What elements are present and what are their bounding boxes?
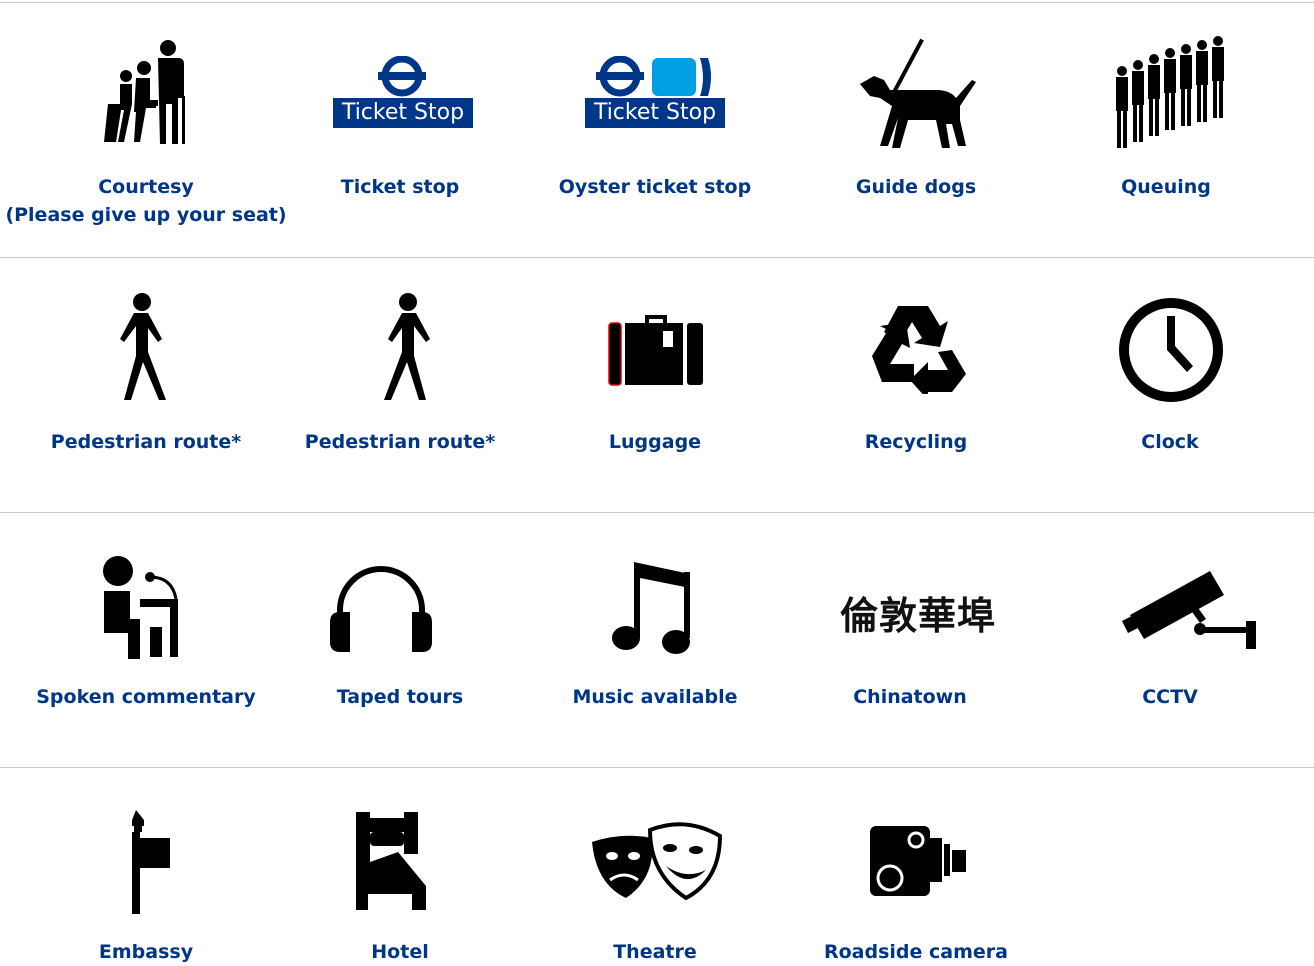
label-theatre: Theatre	[613, 941, 697, 963]
label-oyster-ticket-stop: Oyster ticket stop	[558, 176, 752, 198]
pedestrian-icon	[384, 293, 430, 400]
roundel-icon	[378, 56, 426, 97]
row-divider	[0, 767, 1314, 768]
label-cctv: CCTV	[1142, 686, 1198, 708]
row-divider	[0, 257, 1314, 258]
label-chinatown: Chinatown	[853, 686, 967, 708]
oyster-ticket-stop-icon	[596, 56, 711, 97]
cctv-icon	[1122, 571, 1256, 649]
roadside-camera-icon	[870, 826, 966, 896]
courtesy-icon	[104, 40, 185, 144]
label-queuing: Queuing	[1121, 176, 1211, 198]
music-note-icon	[612, 562, 690, 654]
hotel-icon	[356, 812, 426, 910]
row-divider	[0, 2, 1314, 3]
label-luggage: Luggage	[608, 431, 702, 453]
ticket-stop-sign: Ticket Stop	[333, 98, 473, 128]
theatre-masks-icon	[592, 822, 723, 900]
recycling-icon	[872, 306, 966, 394]
guide-dog-icon	[860, 38, 976, 148]
queue-icon	[1116, 36, 1224, 148]
chinatown-text-icon: 倫敦華埠	[840, 594, 997, 638]
label-clock: Clock	[1141, 431, 1199, 453]
pedestrian-icon	[120, 293, 166, 400]
spoken-commentary-icon	[103, 556, 178, 659]
oyster-ticket-stop-sign: Ticket Stop	[585, 98, 725, 128]
headphones-icon	[330, 566, 432, 652]
embassy-icon	[132, 810, 170, 914]
label-roadside-camera: Roadside camera	[824, 941, 1008, 963]
luggage-icon	[608, 315, 703, 386]
row-divider	[0, 512, 1314, 513]
clock-icon	[1119, 298, 1223, 402]
